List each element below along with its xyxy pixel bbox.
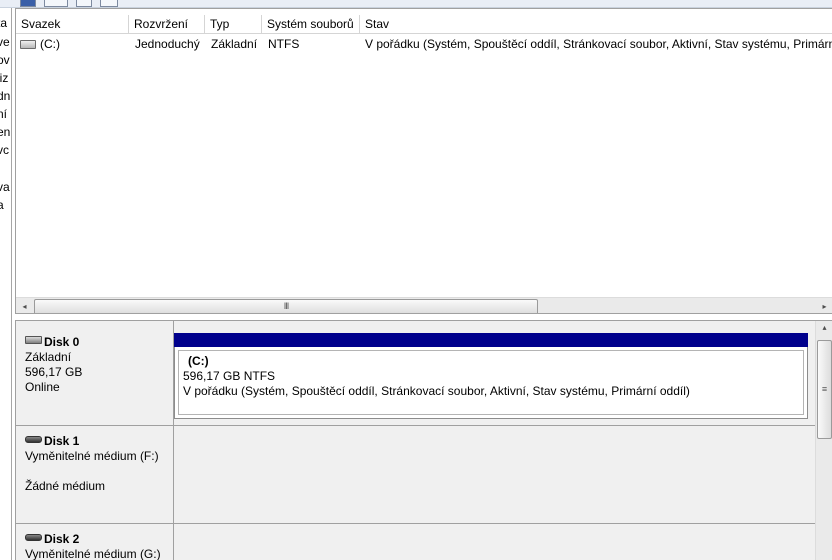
list-header: Svazek Rozvržení Typ Systém souborů Stav — [16, 15, 832, 34]
drive-icon — [20, 40, 36, 49]
partition-status: V pořádku (Systém, Spouštěcí oddíl, Strá… — [183, 384, 690, 398]
disk-type: Základní — [25, 350, 72, 364]
partition-details: (C:) 596,17 GB NTFS V pořádku (Systém, S… — [178, 350, 804, 415]
volume-name: (C:) — [40, 37, 60, 51]
column-header-volume[interactable]: Svazek — [16, 15, 129, 33]
left-pane-text: ta — [0, 16, 8, 30]
disk-status: Žádné médium — [25, 479, 106, 493]
column-header-filesystem[interactable]: Systém souborů — [262, 15, 360, 33]
volume-layout: Jednoduchý — [135, 37, 200, 51]
volume-list: Svazek Rozvržení Typ Systém souborů Stav… — [15, 8, 832, 314]
left-pane-text: ní — [0, 107, 8, 121]
left-navigation-pane: ta ve ov liz dn ní en vc va a — [0, 8, 12, 560]
disk-type: Vyměnitelné médium (F:) — [25, 449, 159, 463]
vertical-scroll-thumb[interactable]: ≡ — [817, 340, 832, 439]
disk-1-title: Disk 1 — [25, 434, 173, 449]
toolbar-button-3[interactable] — [76, 0, 92, 7]
toolbar-button-1[interactable] — [20, 0, 36, 7]
volume-filesystem: NTFS — [268, 37, 300, 51]
scroll-up-icon[interactable]: ▴ — [816, 323, 832, 337]
partition-box: (C:) 596,17 GB NTFS V pořádku (Systém, S… — [174, 347, 808, 419]
horizontal-scroll-thumb[interactable]: III — [34, 299, 538, 313]
left-pane-text: en — [0, 125, 11, 139]
hard-disk-icon — [25, 336, 42, 344]
disk-name: Disk 2 — [44, 532, 80, 546]
scroll-right-icon[interactable]: ▸ — [816, 298, 832, 313]
partition-size: 596,17 GB NTFS — [183, 369, 276, 383]
partition-c[interactable]: (C:) 596,17 GB NTFS V pořádku (Systém, S… — [174, 333, 808, 419]
toolbar — [0, 0, 832, 8]
vertical-scrollbar[interactable]: ▴ ≡ — [815, 321, 832, 560]
disk-1-label[interactable]: Disk 1 Vyměnitelné médium (F:) Žádné méd… — [16, 426, 174, 523]
left-pane-text: a — [0, 198, 4, 212]
toolbar-button-4[interactable] — [100, 0, 118, 7]
volume-type: Základní — [211, 37, 258, 51]
disk-0-title: Disk 0 — [25, 335, 173, 350]
disk-name: Disk 0 — [44, 335, 80, 349]
disk-2-area — [174, 524, 815, 560]
disk-name: Disk 1 — [44, 434, 80, 448]
disk-0-area: (C:) 596,17 GB NTFS V pořádku (Systém, S… — [174, 321, 815, 425]
disk-1-area — [174, 426, 815, 523]
disk-2-title: Disk 2 — [25, 532, 173, 547]
disk-map-pane: Disk 0 Základní 596,17 GB Online (C:) 59… — [15, 320, 832, 560]
volume-status: V pořádku (Systém, Spouštěcí oddíl, Strá… — [365, 37, 832, 51]
column-header-type[interactable]: Typ — [205, 15, 262, 33]
removable-disk-icon — [25, 436, 42, 443]
removable-disk-icon — [25, 534, 42, 541]
table-row[interactable]: (C:) Jednoduchý Základní NTFS V pořádku … — [16, 35, 832, 53]
left-pane-text: ov — [0, 53, 10, 67]
left-pane-text: dn — [0, 89, 11, 103]
disk-size: 596,17 GB — [25, 365, 83, 379]
partition-bar — [174, 333, 808, 347]
toolbar-button-2[interactable] — [44, 0, 68, 7]
left-pane-text: ve — [0, 35, 10, 49]
disk-0-label[interactable]: Disk 0 Základní 596,17 GB Online — [16, 321, 174, 425]
left-pane-text: liz — [0, 71, 9, 85]
horizontal-scrollbar[interactable]: ◂ III ▸ — [16, 297, 832, 313]
disk-2-label[interactable]: Disk 2 Vyměnitelné médium (G:) — [16, 524, 174, 560]
partition-label: (C:) — [188, 354, 209, 368]
disk-status: Online — [25, 380, 60, 394]
left-pane-text: va — [0, 180, 10, 194]
left-pane-text: vc — [0, 143, 9, 157]
column-header-layout[interactable]: Rozvržení — [129, 15, 205, 33]
column-header-status[interactable]: Stav — [360, 15, 832, 33]
scroll-left-icon[interactable]: ◂ — [16, 298, 33, 313]
disk-type: Vyměnitelné médium (G:) — [25, 547, 161, 560]
